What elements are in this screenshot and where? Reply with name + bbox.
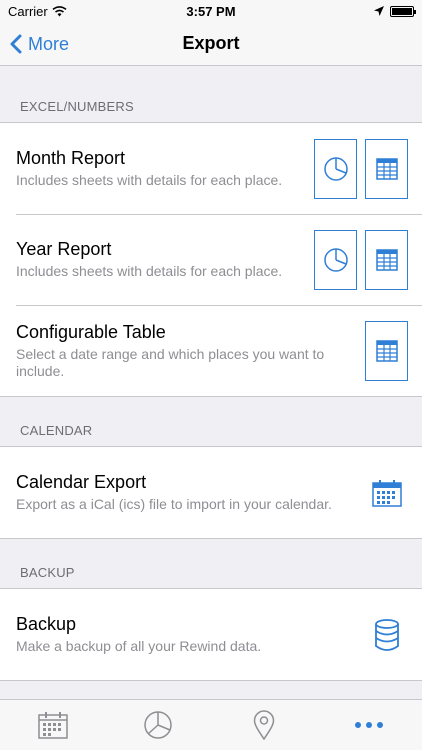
tab-chart[interactable]: [128, 705, 188, 745]
row-subtitle: Make a backup of all your Rewind data.: [16, 638, 262, 654]
row-title: Calendar Export: [16, 472, 147, 492]
status-bar: Carrier 3:57 PM: [0, 0, 422, 22]
row-subtitle: Export as a iCal (ics) file to import in…: [16, 496, 332, 512]
year-report-pie-chart-button[interactable]: [314, 229, 357, 290]
row-title: Month Report: [16, 148, 126, 168]
calendar-group: Calendar Export Export as a iCal (ics) f…: [0, 446, 422, 539]
back-button[interactable]: More: [10, 22, 69, 66]
tab-places[interactable]: [234, 705, 294, 745]
table-icon: [375, 157, 398, 180]
calendar-export-button[interactable]: [370, 476, 404, 510]
pie-chart-icon: [323, 156, 348, 181]
pie-chart-icon: [323, 247, 348, 272]
location-pin-icon: [253, 710, 275, 740]
row-title: Year Report: [16, 239, 112, 259]
table-icon: [375, 248, 398, 271]
row-title: Backup: [16, 614, 77, 634]
excel-group: Month Report Includes sheets with detail…: [0, 122, 422, 397]
status-time: 3:57 PM: [186, 3, 236, 19]
row-subtitle: Select a date range and which places you…: [16, 345, 325, 379]
tab-bar: [0, 699, 422, 750]
navigation-bar: More Export: [0, 22, 422, 66]
year-report-row[interactable]: Year Report Includes sheets with details…: [0, 214, 422, 305]
location-arrow-icon: [374, 6, 384, 16]
export-list[interactable]: EXCEL/NUMBERS Month Report Includes shee…: [0, 66, 422, 699]
page-title: Export: [182, 33, 240, 53]
row-subtitle: Includes sheets with details for each pl…: [16, 172, 283, 188]
section-header-excel: EXCEL/NUMBERS: [20, 99, 134, 114]
month-report-table-button[interactable]: [365, 138, 408, 199]
pie-chart-icon: [144, 711, 172, 739]
chevron-left-icon: [10, 34, 22, 54]
more-dots-icon: [355, 722, 384, 728]
wifi-icon: [52, 5, 67, 16]
configurable-table-button[interactable]: [365, 320, 408, 381]
backup-button[interactable]: [370, 618, 404, 652]
calendar-export-row[interactable]: Calendar Export Export as a iCal (ics) f…: [0, 447, 422, 538]
month-report-row[interactable]: Month Report Includes sheets with detail…: [0, 123, 422, 214]
back-label: More: [28, 33, 70, 54]
calendar-icon: [372, 479, 402, 507]
row-subtitle: Includes sheets with details for each pl…: [16, 263, 283, 279]
tab-calendar[interactable]: [23, 705, 83, 745]
backup-row[interactable]: Backup Make a backup of all your Rewind …: [0, 589, 422, 680]
database-icon: [375, 618, 399, 651]
table-icon: [375, 339, 398, 362]
backup-group: Backup Make a backup of all your Rewind …: [0, 588, 422, 681]
calendar-icon: [38, 712, 68, 739]
tab-more[interactable]: [339, 705, 399, 745]
section-header-backup: BACKUP: [20, 565, 75, 580]
row-title: Configurable Table: [16, 321, 166, 342]
carrier-label: Carrier: [8, 3, 48, 19]
year-report-table-button[interactable]: [365, 229, 408, 290]
battery-icon: [390, 5, 416, 17]
configurable-table-row[interactable]: Configurable Table Select a date range a…: [0, 305, 422, 396]
section-header-calendar: CALENDAR: [20, 423, 93, 438]
month-report-pie-chart-button[interactable]: [314, 138, 357, 199]
